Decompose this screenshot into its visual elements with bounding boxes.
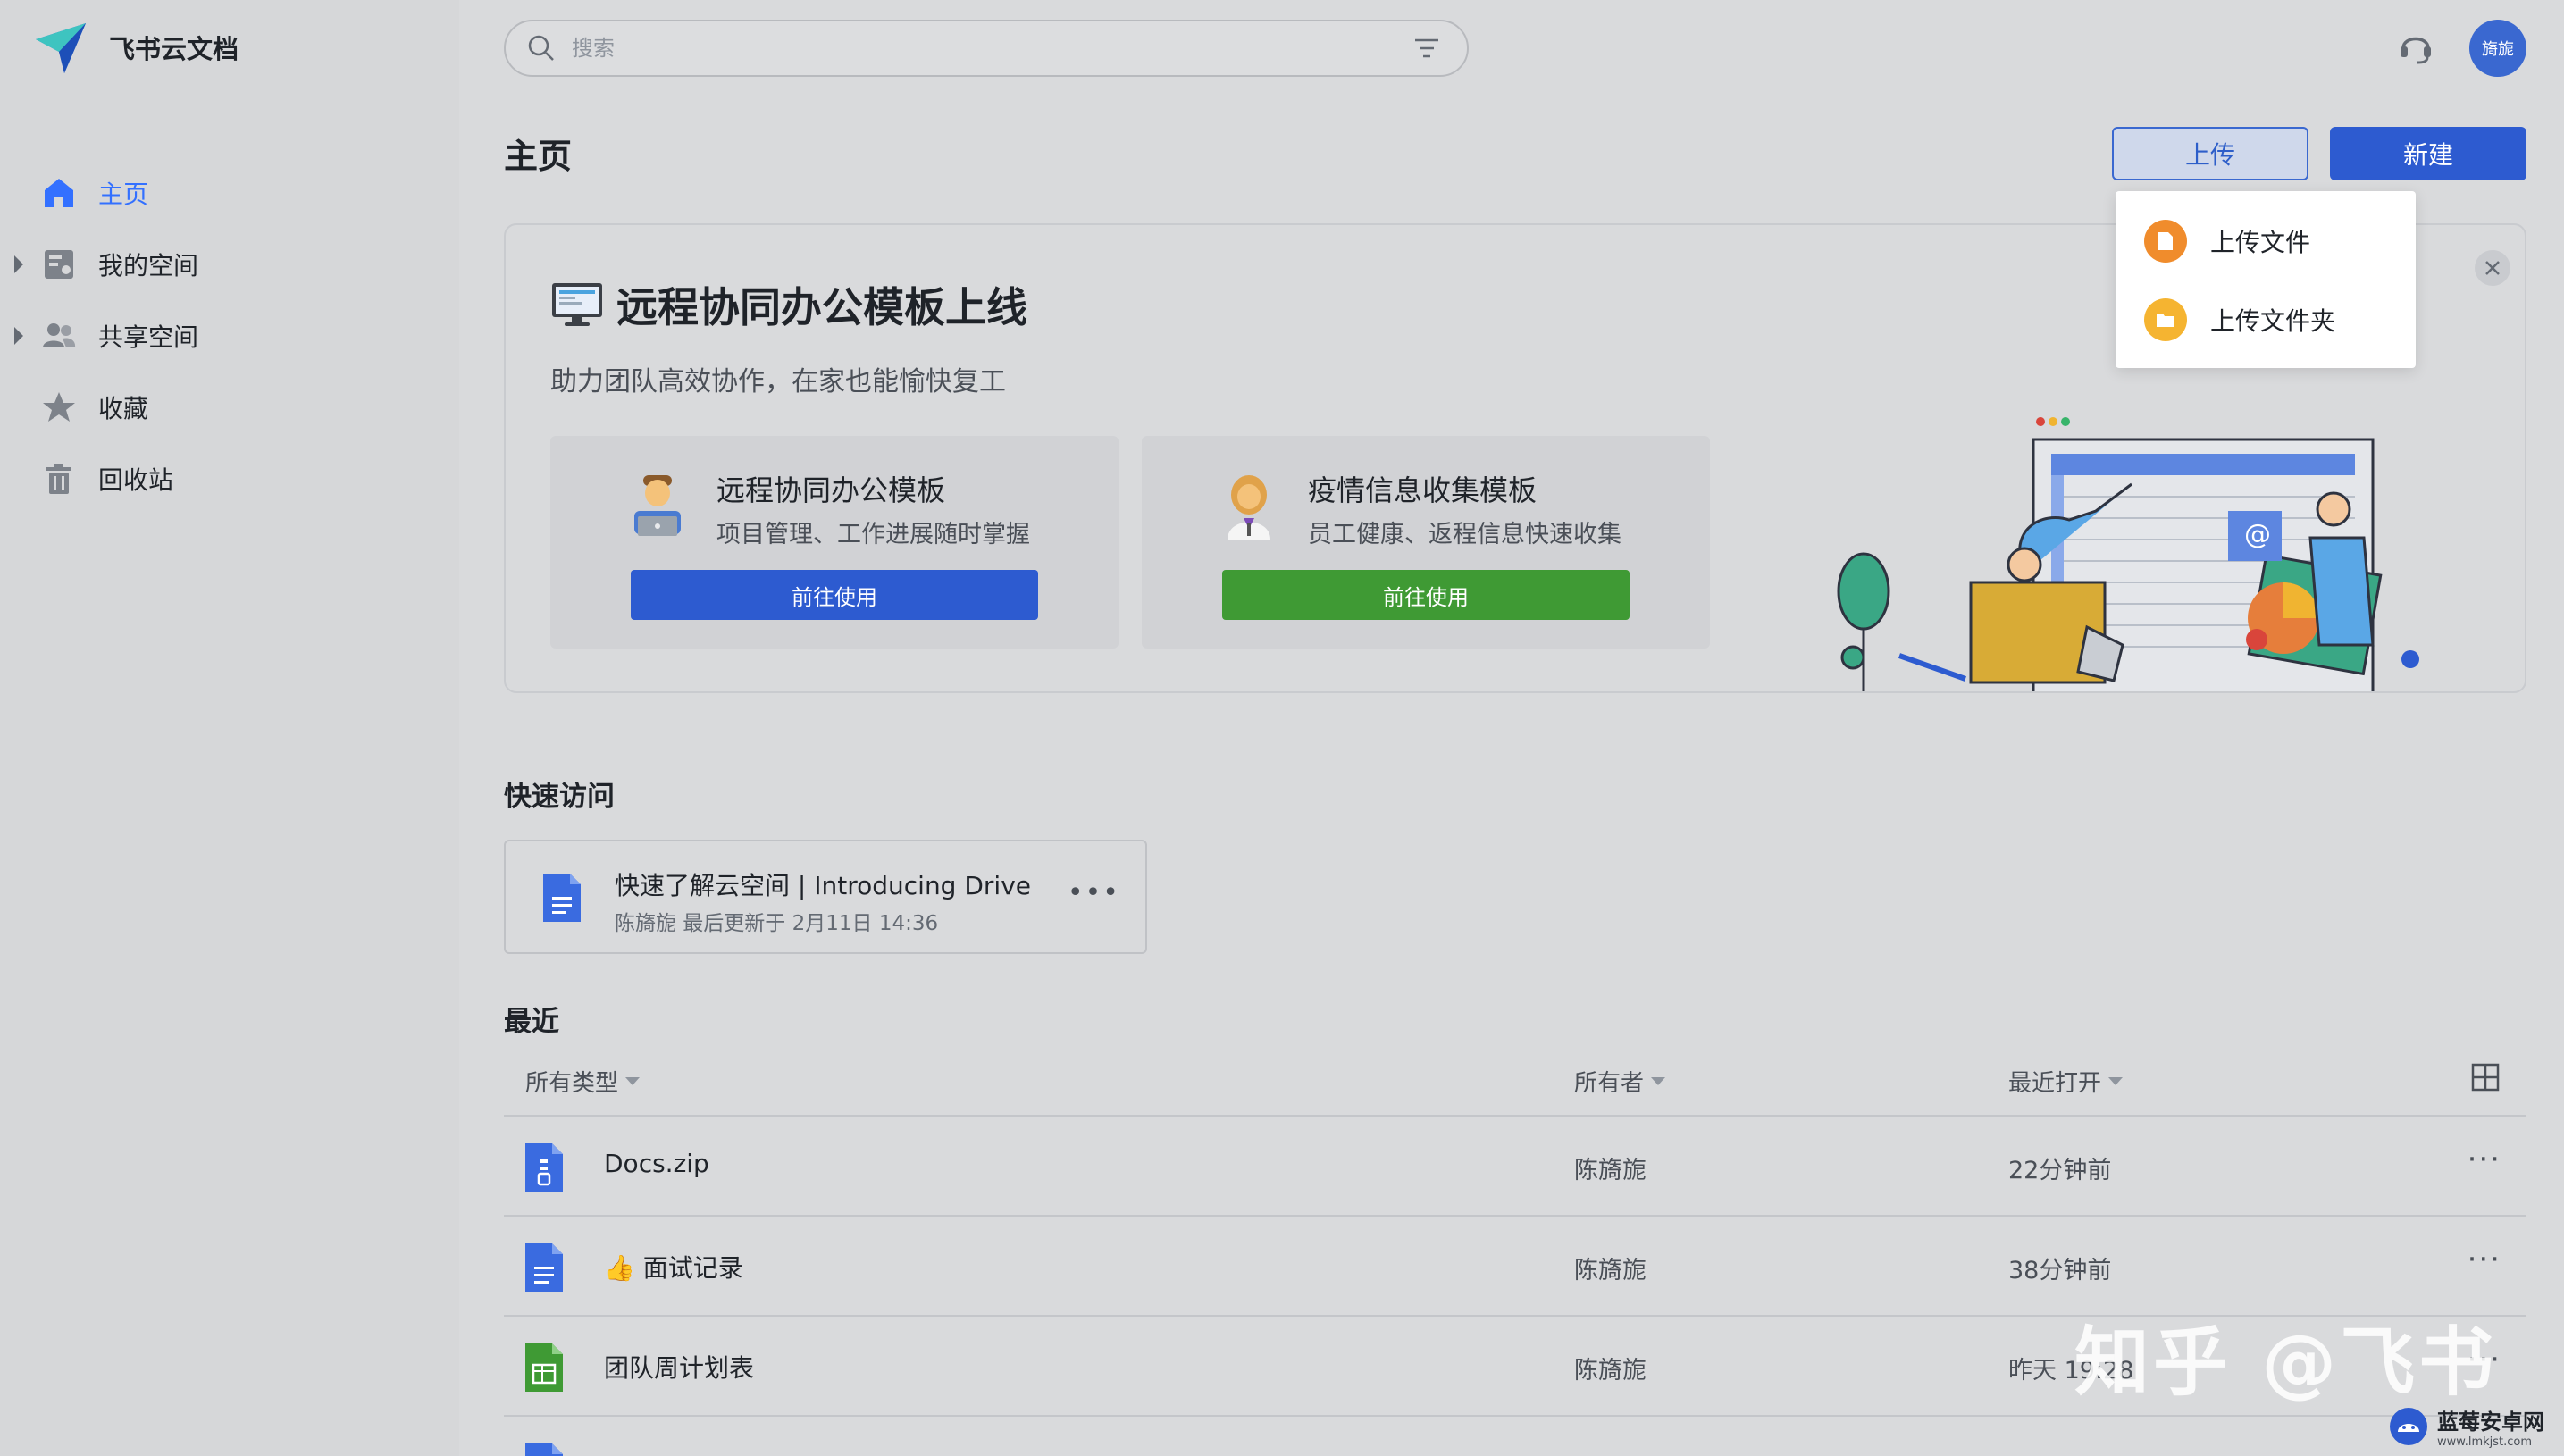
monitor-icon [552, 283, 602, 326]
opened-sort[interactable]: 最近打开 [2008, 1065, 2124, 1098]
shared-space-icon [41, 318, 77, 354]
card-title: 疫情信息收集模板 [1308, 473, 1538, 507]
banner-title: 远程协同办公模板上线 [550, 275, 1027, 334]
my-space-icon [41, 247, 77, 282]
file-owner: 陈旖旎 [1574, 1157, 1646, 1184]
headset-support-icon[interactable] [2396, 27, 2435, 70]
column-label: 所有者 [1574, 1070, 1645, 1097]
star-icon [41, 389, 77, 425]
site-watermark: 蓝莓安卓网 www.lmkjst.com [2389, 1404, 2544, 1449]
menu-item-label: 上传文件夹 [2210, 306, 2336, 336]
doc-file-icon [525, 1443, 563, 1456]
recent-title: 最近 [504, 1006, 559, 1038]
go-use-button[interactable]: 前往使用 [631, 570, 1038, 620]
man-technologist-emoji-icon [634, 475, 681, 536]
sidebar-item-label: 我的空间 [98, 251, 199, 280]
filter-icon[interactable] [1413, 37, 1440, 60]
page-title: 主页 [504, 137, 573, 176]
card-desc: 项目管理、工作进展随时掌握 [716, 521, 1030, 548]
card-title: 远程协同办公模板 [716, 473, 946, 507]
template-card-remote[interactable]: 远程协同办公模板 项目管理、工作进展随时掌握 前往使用 [550, 436, 1119, 649]
user-avatar[interactable]: 旖旎 [2469, 20, 2526, 77]
more-options-icon[interactable]: ··· [2468, 1242, 2501, 1277]
quick-access-card[interactable]: 快速了解云空间 | Introducing Drive 陈旖旎 最后更新于 2月… [504, 840, 1147, 954]
paper-plane-logo-icon [36, 23, 86, 73]
sidebar-item-label: 收藏 [98, 394, 149, 423]
file-owner: 陈旖旎 [1574, 1357, 1646, 1385]
new-button[interactable]: 新建 [2330, 127, 2526, 180]
file-name: Docs.zip [604, 1149, 709, 1178]
file-opened-time: 38分钟前 [2008, 1257, 2112, 1284]
sidebar: 飞书云文档 主页 我的空间 共享空间 收藏 回收站 [0, 0, 459, 1456]
sidebar-item-label: 共享空间 [98, 322, 199, 352]
android-robot-icon [2390, 1408, 2427, 1445]
caret-down-icon [2108, 1077, 2124, 1085]
grid-view-icon[interactable] [2471, 1063, 2500, 1092]
table-row[interactable] [504, 1417, 2526, 1456]
card-desc: 员工健康、返程信息快速收集 [1308, 521, 1621, 548]
file-name: 👍 面试记录 [604, 1253, 743, 1283]
quick-access-doc-title: 快速了解云空间 | Introducing Drive [615, 871, 1032, 900]
column-label: 所有类型 [525, 1070, 619, 1097]
file-name: 团队周计划表 [604, 1353, 755, 1383]
site-name: 蓝莓安卓网 [2437, 1410, 2544, 1435]
doc-file-icon [543, 874, 581, 922]
sidebar-item-label: 回收站 [98, 465, 174, 495]
banner-title-text: 远程协同办公模板上线 [616, 283, 1027, 331]
site-url: www.lmkjst.com [2437, 1435, 2533, 1449]
expand-caret-icon[interactable] [14, 327, 23, 345]
sidebar-item-my-space[interactable]: 我的空间 [0, 229, 459, 300]
woman-health-worker-emoji-icon [1228, 475, 1270, 540]
search-bar[interactable] [504, 20, 1469, 77]
banner-subtitle: 助力团队高效协作，在家也能愉快复工 [550, 366, 1006, 397]
zip-file-icon [525, 1143, 563, 1192]
quick-access-doc-meta: 陈旖旎 最后更新于 2月11日 14:36 [615, 912, 939, 935]
table-row[interactable]: Docs.zip 陈旖旎 22分钟前 ··· [504, 1117, 2526, 1217]
search-input[interactable] [572, 36, 1376, 61]
upload-dropdown-menu: 上传文件 上传文件夹 [2116, 191, 2416, 368]
owner-filter[interactable]: 所有者 [1574, 1065, 1666, 1098]
expand-caret-icon[interactable] [14, 255, 23, 273]
caret-down-icon [1651, 1077, 1666, 1085]
file-upload-icon [2144, 220, 2187, 263]
more-options-icon[interactable]: ··· [2468, 1142, 2501, 1177]
quick-access-title: 快速访问 [504, 781, 615, 813]
main-content: 旖旎 主页 上传 新建 远程协同办公模板上线 助力团队高效协作，在家也能愉快复工… [459, 0, 2564, 1456]
template-card-epidemic[interactable]: 疫情信息收集模板 员工健康、返程信息快速收集 前往使用 [1142, 436, 1710, 649]
recent-list-header: 所有类型 所有者 最近打开 [504, 1058, 2526, 1117]
svg-text:@: @ [2244, 519, 2271, 550]
app-logo[interactable]: 飞书云文档 [32, 20, 239, 75]
sidebar-item-home[interactable]: 主页 [0, 157, 459, 229]
search-icon [528, 35, 554, 61]
upload-folder-item[interactable]: 上传文件夹 [2116, 280, 2416, 359]
file-owner: 陈旖旎 [1574, 1257, 1646, 1284]
trash-icon [41, 461, 77, 497]
sidebar-item-trash[interactable]: 回收站 [0, 443, 459, 515]
sidebar-item-favorites[interactable]: 收藏 [0, 372, 459, 443]
sidebar-item-shared-space[interactable]: 共享空间 [0, 300, 459, 372]
caret-down-icon [625, 1077, 641, 1085]
type-filter[interactable]: 所有类型 [525, 1065, 641, 1098]
sheet-file-icon [525, 1343, 563, 1392]
upload-button[interactable]: 上传 [2112, 127, 2308, 180]
zhihu-watermark: 知乎 @飞书 [2074, 1318, 2498, 1406]
close-icon[interactable] [2475, 250, 2510, 286]
go-use-button[interactable]: 前往使用 [1222, 570, 1630, 620]
upload-file-item[interactable]: 上传文件 [2116, 202, 2416, 280]
sidebar-item-label: 主页 [98, 180, 149, 209]
menu-item-label: 上传文件 [2210, 228, 2311, 257]
more-options-icon[interactable]: ••• [1068, 877, 1120, 908]
app-name: 飞书云文档 [109, 34, 239, 64]
file-opened-time: 22分钟前 [2008, 1157, 2112, 1184]
home-icon [41, 175, 77, 211]
sidebar-nav: 主页 我的空间 共享空间 收藏 回收站 [0, 157, 459, 515]
folder-upload-icon [2144, 298, 2187, 341]
doc-file-icon [525, 1243, 563, 1292]
column-label: 最近打开 [2008, 1070, 2102, 1097]
